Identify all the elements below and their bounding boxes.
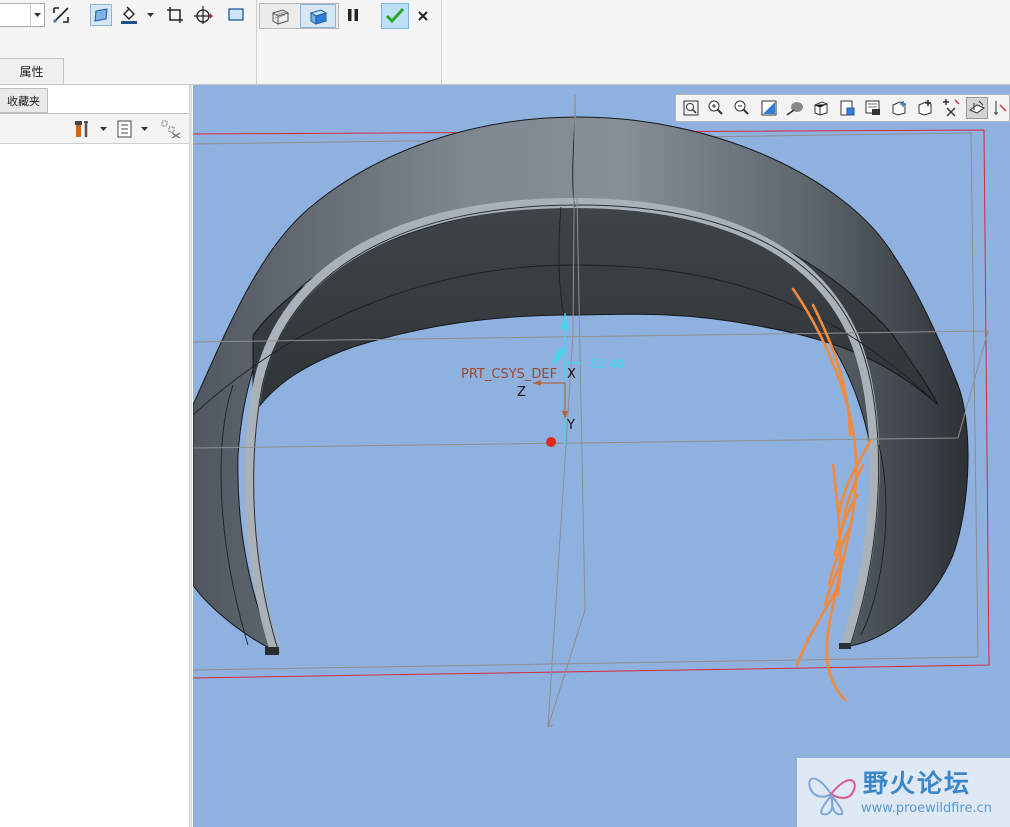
rectangle-icon[interactable] — [225, 4, 247, 26]
chevron-down-icon[interactable] — [30, 4, 44, 26]
axis-y-label: Y — [566, 418, 575, 433]
tab-favorites[interactable]: 收藏夹 — [0, 88, 48, 113]
zoom-in-icon[interactable] — [705, 97, 727, 119]
tab-properties[interactable]: 属性 — [0, 58, 64, 84]
datum-line-icon[interactable] — [50, 4, 72, 26]
wireframe-preview-icon[interactable] — [268, 5, 292, 27]
refit-icon[interactable] — [680, 97, 702, 119]
value-combo[interactable] — [0, 3, 45, 27]
rim-end-left — [265, 647, 279, 655]
sketch-display-icon[interactable] — [990, 97, 1010, 119]
repaint-icon[interactable] — [758, 97, 780, 119]
rim-end-right — [839, 643, 851, 649]
ribbon-divider — [441, 0, 442, 84]
csys-label: PRT_CSYS_DEF — [461, 367, 557, 382]
panel-toolbar — [0, 113, 191, 144]
camera-icon[interactable] — [862, 97, 884, 119]
spin-center-icon[interactable] — [940, 97, 962, 119]
zoom-out-icon[interactable] — [731, 97, 753, 119]
ribbon-divider — [256, 0, 257, 84]
csys-icon[interactable] — [192, 4, 214, 26]
ribbon: 属性 — [0, 0, 1010, 85]
panel-splitter[interactable] — [189, 85, 192, 827]
chevron-down-icon[interactable] — [99, 118, 107, 140]
watermark-url: www.proewildfire.cn — [861, 801, 992, 816]
annotation-icon[interactable] — [914, 97, 936, 119]
butterfly-logo-icon — [808, 777, 856, 816]
watermark-title: 野火论坛 — [863, 769, 972, 798]
tool-icon[interactable] — [72, 118, 94, 140]
axis-z-label: Z — [517, 385, 526, 400]
view-box-icon[interactable] — [810, 97, 832, 119]
view-toolbar — [675, 94, 1010, 122]
crop-icon[interactable] — [164, 4, 186, 26]
saved-views-icon[interactable] — [836, 97, 858, 119]
chevron-down-icon[interactable] — [140, 118, 148, 140]
model-scene[interactable]: PRT_CSYS_DEF X Z Y 82.40 — [193, 85, 1010, 827]
solid-preview-icon[interactable] — [300, 4, 336, 28]
cancel-x-icon[interactable] — [412, 5, 434, 27]
forum-watermark: 野火论坛 www.proewildfire.cn — [797, 758, 1010, 827]
graphics-viewport[interactable]: PRT_CSYS_DEF X Z Y 82.40 — [193, 85, 1010, 827]
list-view-icon[interactable] — [114, 118, 136, 140]
model-tree-panel: 收藏夹 — [0, 85, 192, 827]
accept-check-icon[interactable] — [381, 3, 409, 29]
pause-icon[interactable] — [342, 4, 364, 26]
surface-icon[interactable] — [90, 4, 112, 26]
sketch-view-icon[interactable] — [966, 97, 988, 119]
dimension-value[interactable]: 82.40 — [590, 357, 624, 371]
color-fill-icon[interactable] — [118, 4, 140, 26]
shaded-icon[interactable] — [784, 97, 806, 119]
chevron-down-icon[interactable] — [146, 4, 154, 26]
axis-x-label: X — [567, 367, 576, 382]
datum-display-icon[interactable] — [888, 97, 910, 119]
tree-filter-icon[interactable] — [160, 118, 182, 140]
